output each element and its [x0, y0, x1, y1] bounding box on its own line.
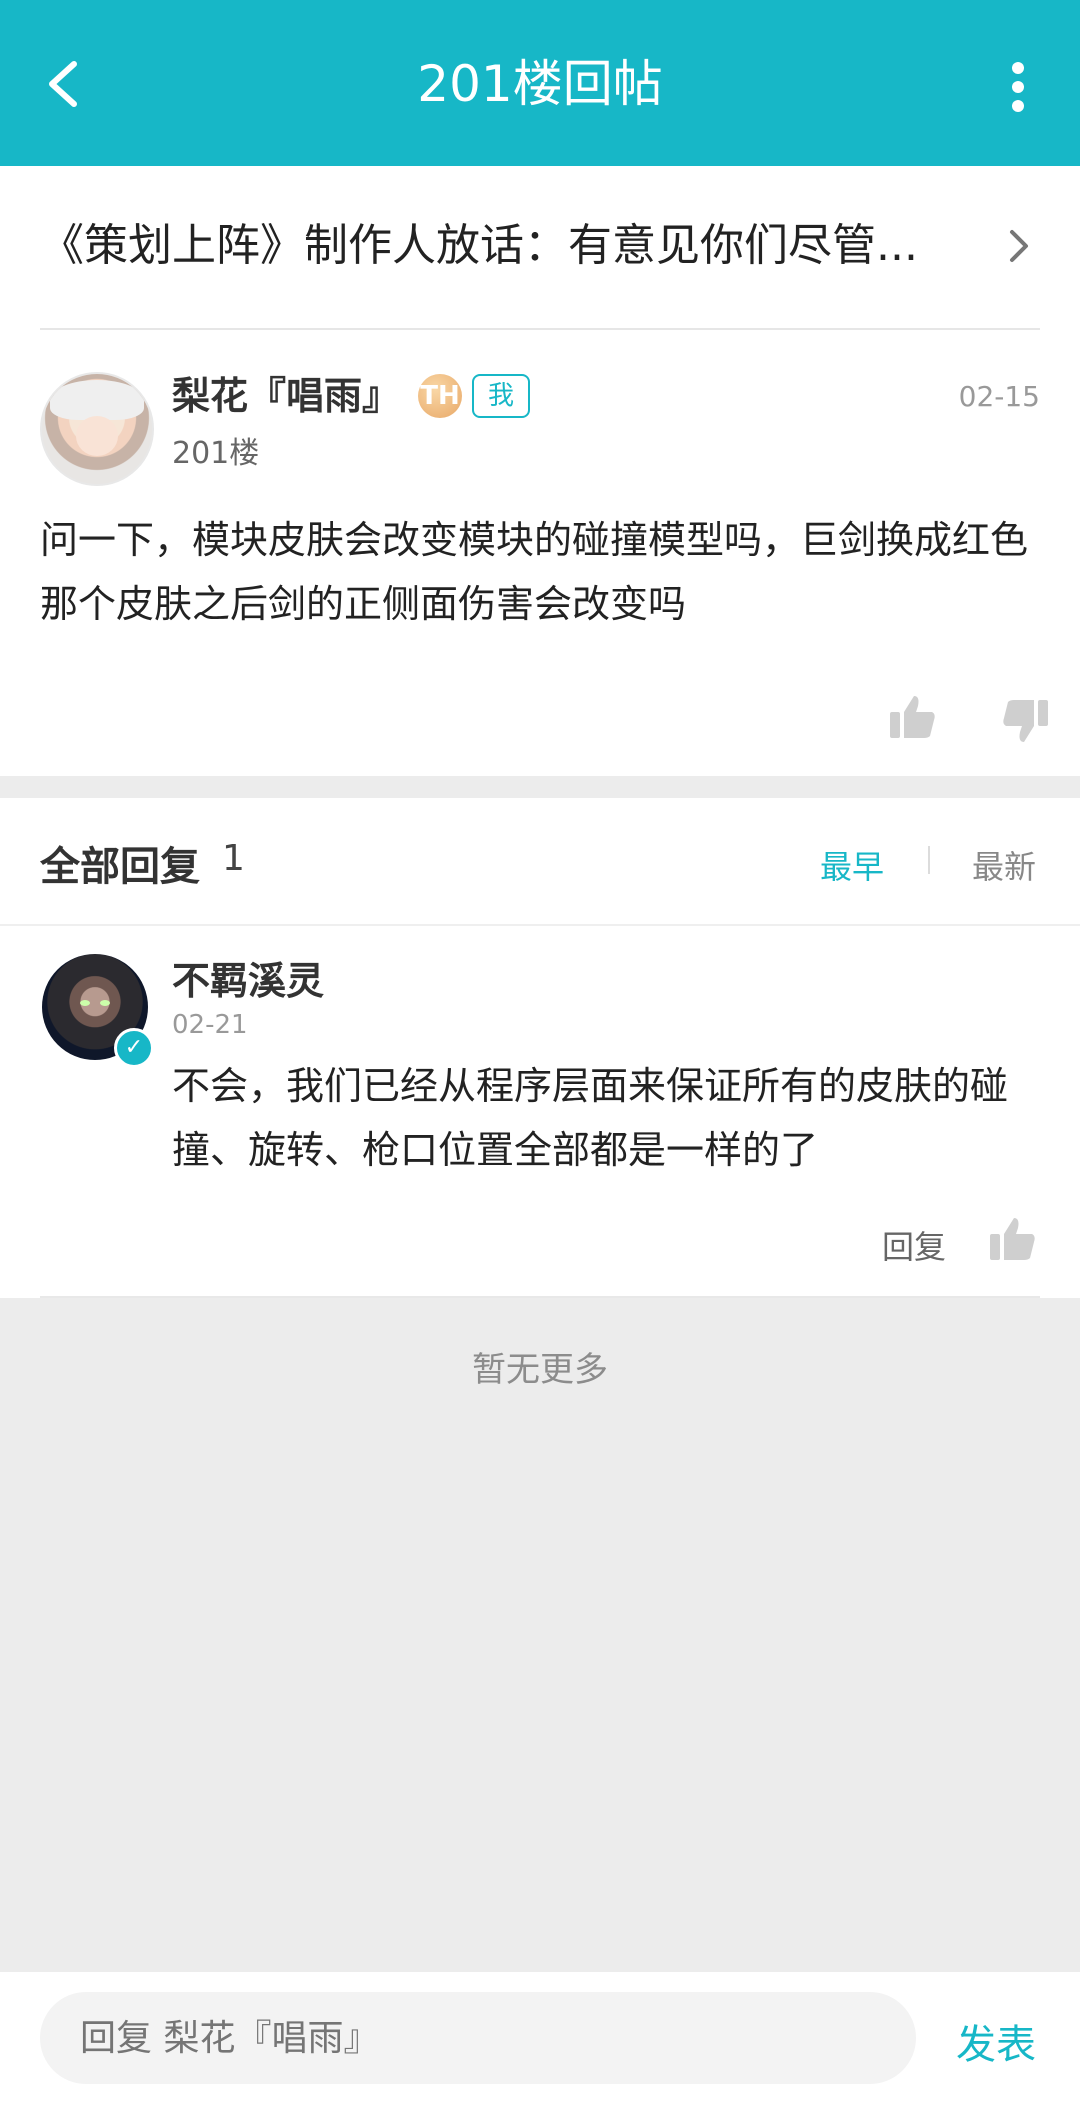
reply-content: 不会，我们已经从程序层面来保证所有的皮肤的碰撞、旋转、枪口位置全部都是一样的了	[172, 1064, 1009, 1172]
thumbs-down-icon[interactable]	[1000, 696, 1050, 746]
replies-section: 全部回复 1 最早 最新 ✓ 不羁溪灵 02-21 不会，我们已经从程序层面来保…	[0, 798, 1080, 1298]
more-vert-icon[interactable]	[1008, 62, 1028, 112]
thread-title[interactable]: 《策划上阵》制作人放话：有意见你们尽管...	[40, 216, 940, 276]
avatar-face	[76, 416, 118, 456]
post-floor: 201楼	[172, 436, 260, 471]
avatar-hair	[50, 380, 144, 420]
reply-input[interactable]	[40, 1992, 916, 2084]
verified-check-icon: ✓	[114, 1028, 154, 1068]
reply-author[interactable]: 不羁溪灵	[172, 950, 324, 1005]
replies-title: 全部回复	[40, 844, 200, 890]
thumbs-up-icon[interactable]	[888, 692, 938, 742]
top-app-bar: 201楼回帖	[0, 0, 1080, 166]
sort-divider	[928, 846, 930, 874]
post-date: 02-15	[958, 380, 1040, 413]
reply-button[interactable]: 回复	[882, 1222, 946, 1268]
post-author[interactable]: 梨花『唱雨』	[172, 372, 400, 420]
replies-header: 全部回复 1 最早 最新	[0, 798, 1080, 926]
replies-count: 1	[222, 838, 245, 879]
section-divider	[40, 1296, 1040, 1298]
send-button[interactable]: 发表	[956, 2012, 1036, 2070]
thread-link[interactable]: 《策划上阵》制作人放话：有意见你们尽管...	[40, 166, 1040, 330]
reply-date: 02-21	[172, 1010, 248, 1040]
coin-badge: TH	[418, 374, 462, 418]
post-card: 《策划上阵》制作人放话：有意见你们尽管... 梨花『唱雨』 TH 我 02-15…	[0, 166, 1080, 776]
me-badge: 我	[472, 374, 530, 418]
thumbs-up-icon[interactable]	[988, 1214, 1038, 1264]
chevron-right-icon[interactable]	[1000, 226, 1040, 266]
no-more-text: 暂无更多	[472, 1350, 608, 1390]
post-content: 问一下，模块皮肤会改变模块的碰撞模型吗，巨剑换成红色那个皮肤之后剑的正侧面伤害会…	[40, 518, 1029, 626]
avatar-eye	[80, 1000, 90, 1006]
sort-earliest-tab[interactable]: 最早	[820, 842, 884, 888]
avatar-eye	[100, 1000, 110, 1006]
bottom-bar: 发表	[0, 1972, 1080, 2106]
avatar[interactable]	[40, 372, 154, 486]
page-title: 201楼回帖	[417, 55, 663, 113]
sort-latest-tab[interactable]: 最新	[972, 842, 1036, 888]
